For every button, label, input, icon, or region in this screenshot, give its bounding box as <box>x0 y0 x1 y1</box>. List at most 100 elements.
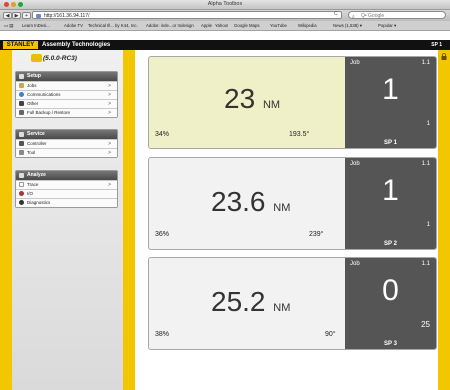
version-label: (5.0.0-RC3) <box>43 55 77 62</box>
job-number: 1 <box>382 174 399 207</box>
search-placeholder: Q• Google <box>361 13 385 19</box>
sidebar-item-jobs[interactable]: Jobs > <box>16 81 117 90</box>
chevron-right-icon: > <box>108 182 111 188</box>
controller-icon <box>19 141 24 146</box>
window-title: Alpha Toolbox <box>207 1 243 7</box>
bookmark-item[interactable]: Yahoo! <box>215 21 228 30</box>
sidebar-item-communications[interactable]: Communications > <box>16 90 117 99</box>
stanley-logo: STANLEY <box>3 41 38 49</box>
job-box: Job 1.1 0 25 SP 3 <box>345 258 436 349</box>
bookmark-item[interactable]: Learn InDesi... <box>22 21 50 30</box>
diagnostics-icon <box>19 200 24 205</box>
globe-icon <box>19 92 24 97</box>
sidebar-item-diagnostics[interactable]: Diagnostics <box>16 198 117 207</box>
analyze-header: Analyze <box>16 171 117 180</box>
bookmark-item[interactable]: Popular ▾ <box>378 21 396 30</box>
job-box: Job 1.1 1 1 SP 2 <box>345 158 436 249</box>
spindle-indicator: SP 1 <box>431 42 442 48</box>
bookmark-item[interactable]: Adobe TV <box>64 21 83 30</box>
chevron-right-icon: > <box>108 92 111 98</box>
divider-accent-bar <box>123 50 135 390</box>
plus-icon: + <box>25 13 28 19</box>
forward-arrow-icon: ▶ <box>14 13 19 19</box>
back-arrow-icon: ◀ <box>5 13 10 19</box>
spindle-label: SP 3 <box>384 341 397 347</box>
site-favicon-icon <box>36 14 41 18</box>
gear-icon <box>19 101 24 106</box>
browser-toolbar: ◀ ▶ + http://161.36.94.117/ C ⌕ Q• Googl… <box>0 10 450 21</box>
bookmark-item[interactable]: Google Maps <box>234 21 260 30</box>
job-version: 1.1 <box>421 60 430 66</box>
angle-readout: 193.5° <box>289 131 310 138</box>
angle-readout: 90° <box>325 331 336 338</box>
chevron-right-icon: > <box>108 110 111 116</box>
forward-button[interactable]: ▶ <box>12 12 21 19</box>
address-bar[interactable]: http://161.36.94.117/ <box>32 11 342 19</box>
disk-icon <box>19 110 24 115</box>
reload-icon[interactable]: C <box>334 11 338 17</box>
bookmarks-bar: ▭ ▤ Learn InDesi... Adobe TV Technical I… <box>0 21 450 31</box>
service-header: Service <box>16 130 117 139</box>
sidebar-item-tool[interactable]: Tool > <box>16 148 117 157</box>
sidebar-item-other[interactable]: Other > <box>16 99 117 108</box>
bookmark-item[interactable]: YouTube <box>270 21 287 30</box>
bookmark-item[interactable]: Apple <box>201 21 212 30</box>
torque-unit: NM <box>273 302 291 314</box>
spindle-label: SP 2 <box>384 241 397 247</box>
reading-list-icon[interactable]: ▭ ▤ <box>4 21 13 30</box>
sidebar-item-backup[interactable]: Full Backup / Restore > <box>16 108 117 117</box>
bookmark-item[interactable]: Technical Ill... by K44, Inc. <box>88 21 138 30</box>
back-button[interactable]: ◀ <box>3 12 12 19</box>
analyze-panel: Analyze Trace > I/O Diagnostics <box>15 170 118 208</box>
trace-icon <box>19 182 24 187</box>
sidebar-item-io[interactable]: I/O <box>16 189 117 198</box>
right-accent-bar <box>438 50 450 390</box>
sub-count: 1 <box>426 121 430 127</box>
chevron-right-icon: > <box>108 150 111 156</box>
spindle-card[interactable]: 23.6 NM 36% 239° Job 1.1 1 1 SP 2 <box>148 157 437 250</box>
job-label: Job <box>350 60 360 66</box>
spindle-card[interactable]: 25.2 NM 38% 90° Job 1.1 0 25 SP 3 <box>148 257 437 350</box>
add-bookmark-button[interactable]: + <box>22 12 31 19</box>
wrench-icon <box>19 74 24 79</box>
percent-readout: 38% <box>155 331 170 338</box>
lock-icon[interactable] <box>441 53 447 60</box>
job-version: 1.1 <box>421 261 430 267</box>
app-header: STANLEY Assembly Technologies SP 1 <box>0 40 450 50</box>
spindle-card[interactable]: 23 NM 34% 193.5° Job 1.1 1 1 SP 1 <box>148 56 437 149</box>
chart-icon <box>19 173 24 178</box>
search-icon: ⌕ <box>352 14 355 20</box>
torque-readout: 23.6 NM <box>211 186 291 217</box>
left-accent-bar <box>0 50 12 390</box>
search-field[interactable]: ⌕ Q• Google <box>348 11 446 20</box>
window-titlebar: Alpha Toolbox <box>0 0 450 10</box>
chevron-right-icon: > <box>108 141 111 147</box>
job-label: Job <box>350 161 360 167</box>
setup-header: Setup <box>16 72 117 81</box>
angle-readout: 239° <box>309 231 324 238</box>
address-url: http://161.36.94.117/ <box>44 13 90 19</box>
torque-unit: NM <box>262 99 281 111</box>
percent-readout: 36% <box>155 231 170 238</box>
setup-panel: Setup Jobs > Communications > Other > Full … <box>15 71 118 118</box>
jobs-icon <box>19 83 24 88</box>
job-label: Job <box>350 261 360 267</box>
gear-icon <box>19 132 24 137</box>
alpha-logo-icon <box>31 54 42 62</box>
sidebar-item-trace[interactable]: Trace > <box>16 180 117 189</box>
job-box: Job 1.1 1 1 SP 1 <box>345 57 436 148</box>
chevron-right-icon: > <box>108 83 111 89</box>
bookmark-item[interactable]: Adobe: inde...or Indesign <box>146 21 194 30</box>
bookmark-item[interactable]: News (1,538) ▾ <box>333 21 362 30</box>
bookmark-item[interactable]: Wikipedia <box>298 21 317 30</box>
io-icon <box>19 191 24 196</box>
service-panel: Service Controller > Tool > <box>15 129 118 158</box>
spindle-label: SP 1 <box>384 140 397 146</box>
percent-readout: 34% <box>155 131 170 138</box>
sidebar-item-controller[interactable]: Controller > <box>16 139 117 148</box>
chevron-right-icon: > <box>108 101 111 107</box>
sub-count: 25 <box>421 320 430 329</box>
tool-icon <box>19 150 24 155</box>
torque-readout: 23 NM <box>224 83 281 114</box>
job-version: 1.1 <box>421 161 430 167</box>
